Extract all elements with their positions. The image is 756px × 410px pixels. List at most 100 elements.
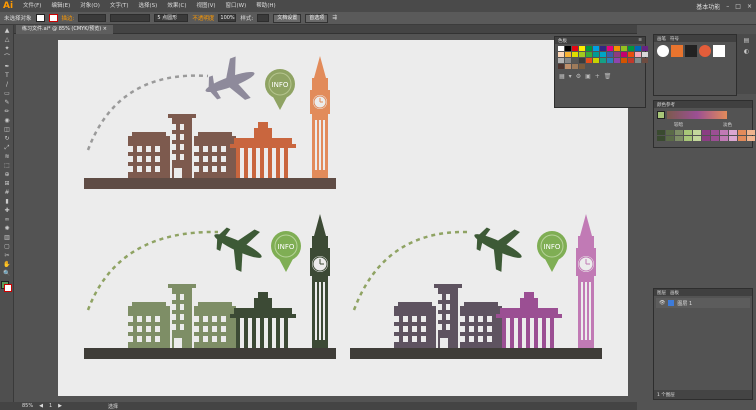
- color-swatch[interactable]: [635, 52, 641, 57]
- arrange-icon[interactable]: ⇶: [332, 15, 337, 21]
- scale-tool-icon[interactable]: ⤢: [1, 144, 13, 152]
- color-swatch[interactable]: [600, 52, 606, 57]
- harmony-strip[interactable]: [667, 111, 727, 119]
- opacity-label[interactable]: 不透明度: [192, 14, 214, 22]
- guide-swatch[interactable]: [711, 136, 719, 141]
- column-graph-tool-icon[interactable]: ▥: [1, 234, 13, 242]
- layer-name[interactable]: 图层 1: [677, 300, 692, 307]
- color-swatch[interactable]: [635, 58, 641, 63]
- type-tool-icon[interactable]: T: [1, 72, 13, 80]
- symbol-thumb[interactable]: [699, 45, 711, 57]
- color-swatch[interactable]: [621, 52, 627, 57]
- color-swatch[interactable]: [614, 58, 620, 63]
- rotate-tool-icon[interactable]: ↻: [1, 135, 13, 143]
- slice-tool-icon[interactable]: ✂: [1, 252, 13, 260]
- guide-swatch[interactable]: [720, 130, 728, 135]
- document-tab[interactable]: 练习文件.ai* @ 85% (CMYK/预览) ×: [16, 25, 113, 34]
- new-color-group-icon[interactable]: ▣: [585, 73, 591, 80]
- delete-swatch-icon[interactable]: 🗑: [604, 73, 612, 80]
- guide-swatch[interactable]: [729, 130, 737, 135]
- symbol-thumb[interactable]: [657, 45, 669, 57]
- guide-swatch[interactable]: [693, 136, 701, 141]
- fill-swatch[interactable]: [35, 14, 45, 22]
- menu-item[interactable]: 选择(S): [134, 0, 163, 12]
- color-swatch[interactable]: [607, 52, 613, 57]
- pencil-tool-icon[interactable]: ✏: [1, 108, 13, 116]
- fill-stroke-indicator[interactable]: [1, 281, 12, 292]
- zoom-level[interactable]: 85%: [22, 403, 33, 409]
- color-swatch[interactable]: [600, 58, 606, 63]
- minimize-icon[interactable]: –: [726, 3, 729, 10]
- color-swatch[interactable]: [558, 52, 564, 57]
- guide-swatch[interactable]: [747, 136, 755, 141]
- perspective-grid-tool-icon[interactable]: ⊞: [1, 180, 13, 188]
- menu-item[interactable]: 对象(O): [75, 0, 105, 12]
- menu-item[interactable]: 视图(V): [191, 0, 220, 12]
- color-swatch[interactable]: [558, 46, 564, 51]
- magic-wand-tool-icon[interactable]: ✦: [1, 45, 13, 53]
- color-swatch[interactable]: [565, 64, 571, 69]
- guide-swatch[interactable]: [675, 136, 683, 141]
- guide-swatch[interactable]: [666, 130, 674, 135]
- artboard-number[interactable]: 1: [49, 403, 52, 409]
- guide-swatch[interactable]: [657, 130, 665, 135]
- guide-swatch[interactable]: [675, 130, 683, 135]
- artboard-tool-icon[interactable]: ▢: [1, 243, 13, 251]
- eyedropper-tool-icon[interactable]: ✚: [1, 207, 13, 215]
- color-swatch[interactable]: [628, 46, 634, 51]
- maximize-icon[interactable]: □: [735, 3, 741, 10]
- eraser-tool-icon[interactable]: ◫: [1, 126, 13, 134]
- color-swatch[interactable]: [628, 52, 634, 57]
- menu-item[interactable]: 效果(C): [162, 0, 191, 12]
- color-swatch[interactable]: [614, 46, 620, 51]
- layers-tab[interactable]: 图层: [657, 290, 666, 296]
- color-swatch[interactable]: [642, 46, 648, 51]
- close-tab-icon[interactable]: ×: [103, 26, 107, 32]
- stroke-color-box[interactable]: [4, 284, 12, 292]
- color-swatch[interactable]: [621, 46, 627, 51]
- panel-icon[interactable]: ▤: [737, 34, 756, 44]
- graphic-style-picker[interactable]: [257, 14, 270, 22]
- guide-swatch[interactable]: [702, 130, 710, 135]
- swatch-options-icon[interactable]: ⚙: [576, 73, 581, 80]
- workspace-switcher[interactable]: 基本功能: [696, 2, 720, 11]
- color-swatch[interactable]: [572, 64, 578, 69]
- stroke-weight-field[interactable]: [78, 14, 107, 22]
- color-swatch[interactable]: [642, 58, 648, 63]
- document-setup-button[interactable]: 文档设置: [273, 13, 302, 23]
- gradient-tool-icon[interactable]: ▮: [1, 198, 13, 206]
- shape-builder-tool-icon[interactable]: ⊕: [1, 171, 13, 179]
- mesh-tool-icon[interactable]: #: [1, 189, 13, 197]
- color-swatch[interactable]: [565, 58, 571, 63]
- color-swatch[interactable]: [635, 46, 641, 51]
- color-swatch[interactable]: [586, 46, 592, 51]
- base-color-swatch[interactable]: [657, 111, 665, 119]
- direct-select-tool-icon[interactable]: △: [1, 36, 13, 44]
- swatches-panel-title[interactable]: 色板: [558, 38, 567, 44]
- color-swatch[interactable]: [579, 58, 585, 63]
- color-swatch[interactable]: [579, 52, 585, 57]
- guide-swatch[interactable]: [684, 136, 692, 141]
- pen-tool-icon[interactable]: ✒: [1, 63, 13, 71]
- guide-swatch[interactable]: [684, 130, 692, 135]
- menu-item[interactable]: 编辑(E): [46, 0, 75, 12]
- color-guide-title[interactable]: 颜色参考: [657, 102, 675, 108]
- panel-menu-icon[interactable]: ≡: [638, 38, 645, 43]
- travel-illustration-brown[interactable]: INFO: [84, 52, 336, 189]
- guide-swatch[interactable]: [702, 136, 710, 141]
- color-swatch[interactable]: [579, 46, 585, 51]
- color-swatch[interactable]: [586, 58, 592, 63]
- travel-illustration-purple[interactable]: INFO: [350, 214, 602, 359]
- color-swatch[interactable]: [621, 58, 627, 63]
- guide-swatch[interactable]: [657, 136, 665, 141]
- eye-icon[interactable]: 👁: [659, 300, 665, 306]
- guide-swatch[interactable]: [720, 136, 728, 141]
- color-swatch[interactable]: [628, 58, 634, 63]
- prev-artboard-icon[interactable]: ◀: [39, 403, 43, 409]
- hand-tool-icon[interactable]: ✋: [1, 261, 13, 269]
- next-artboard-icon[interactable]: ▶: [58, 403, 62, 409]
- blob-brush-tool-icon[interactable]: ◉: [1, 117, 13, 125]
- color-swatch[interactable]: [593, 58, 599, 63]
- canvas-area[interactable]: INFO INFO INFO 色板 ≡ ▦ ▾ ⚙ ▣ + 🗑: [14, 34, 648, 402]
- color-swatch[interactable]: [593, 52, 599, 57]
